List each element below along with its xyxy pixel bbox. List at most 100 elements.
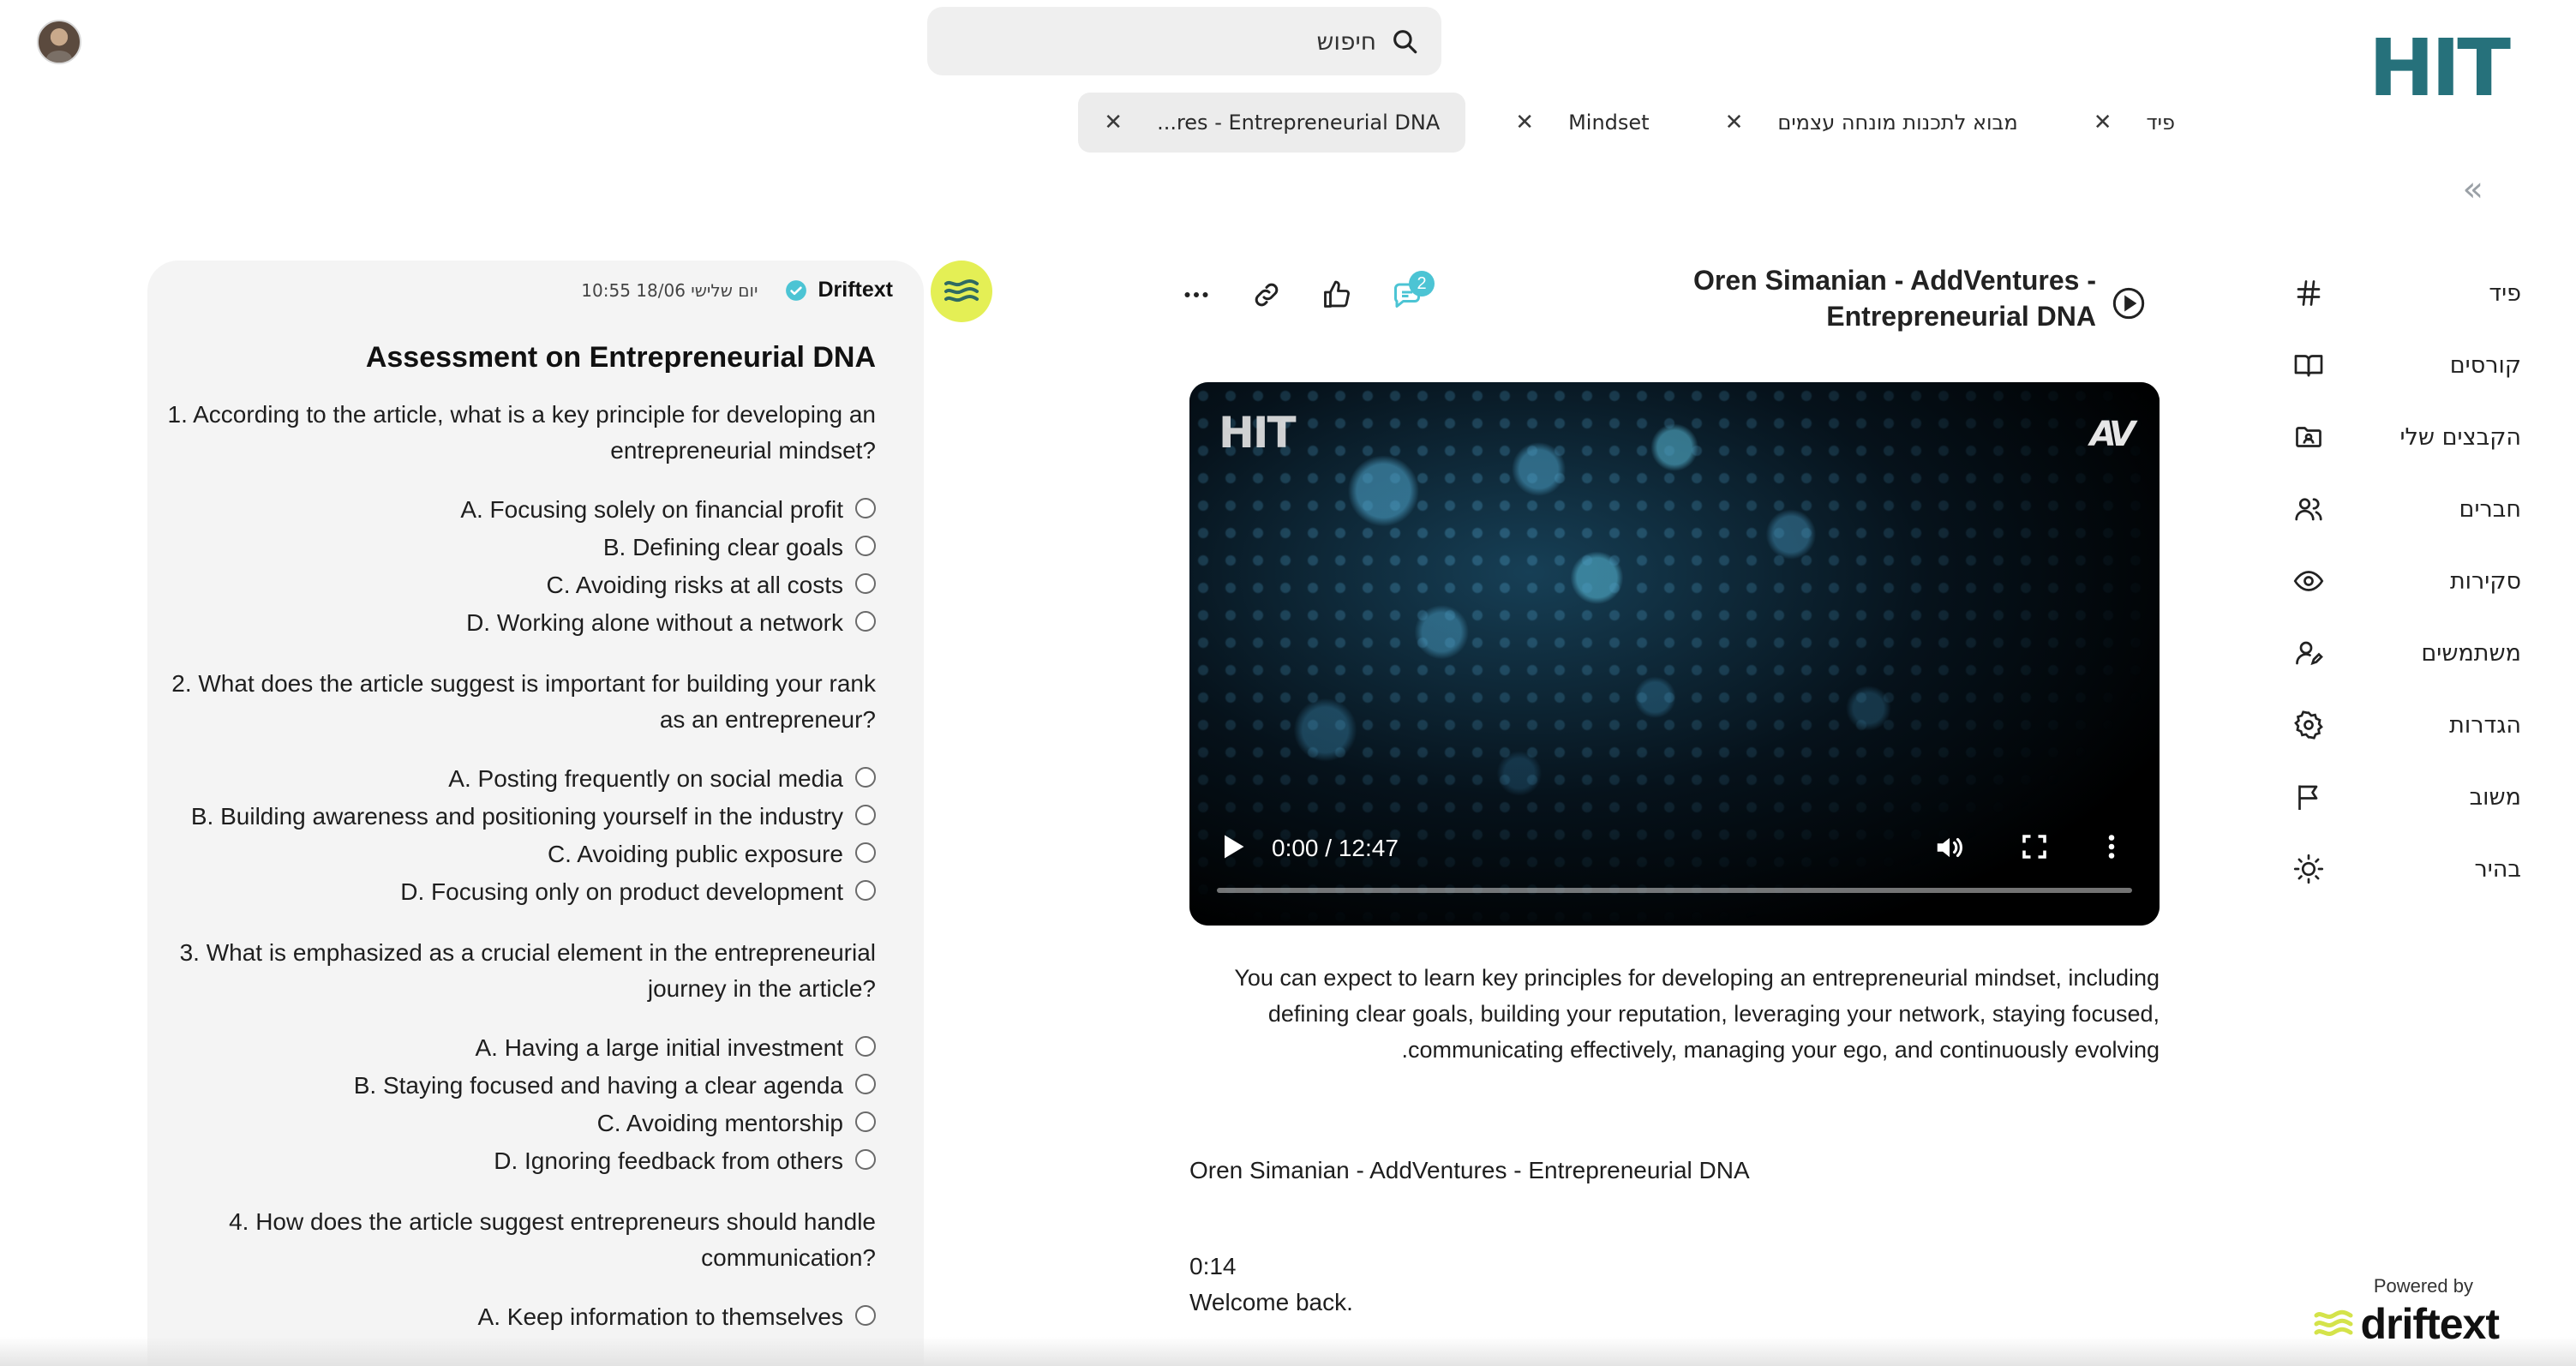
play-circle-icon[interactable] xyxy=(2112,286,2146,321)
transcript-title: Oren Simanian - AddVentures - Entreprene… xyxy=(1189,1157,1750,1183)
answer-option[interactable]: A. Having a large initial investment xyxy=(156,1029,876,1067)
hash-icon xyxy=(2291,276,2326,310)
answer-option-label: C. Avoiding mentorship xyxy=(596,1110,843,1136)
assessment-panel: Driftext יום שלישי 18/06 10:55 Assessmen… xyxy=(147,261,924,1366)
sidebar-item-courses[interactable]: קורסים xyxy=(2291,329,2549,401)
answer-option[interactable]: B. Defining clear goals xyxy=(156,529,876,566)
tab-label: Mindset xyxy=(1568,111,1650,135)
tab-bar: פיד ✕ מבוא לתכנות מונחה עצמים ✕ Mindset … xyxy=(1078,93,2201,153)
sun-icon xyxy=(2291,852,2326,886)
answer-option-label: C. Avoiding risks at all costs xyxy=(546,572,843,598)
question-text: 2. What does the article suggest is impo… xyxy=(171,670,876,733)
collapse-sidebar-icon[interactable]: « xyxy=(2463,170,2483,209)
sidebar-item-my-files[interactable]: הקבצים שלי xyxy=(2291,401,2549,473)
answer-option[interactable]: B. Staying focused and having a clear ag… xyxy=(156,1067,876,1105)
radio-button[interactable] xyxy=(855,1111,876,1132)
close-icon[interactable]: ✕ xyxy=(1104,110,1123,135)
users-icon xyxy=(2291,492,2326,526)
radio-button[interactable] xyxy=(855,1036,876,1057)
video-watermark-av: AV xyxy=(2089,415,2136,454)
radio-button[interactable] xyxy=(855,536,876,556)
sidebar-item-label: הקבצים שלי xyxy=(2399,423,2521,451)
search-input[interactable] xyxy=(950,27,1376,56)
radio-button[interactable] xyxy=(855,880,876,901)
answer-option[interactable]: D. Focusing only on product development xyxy=(156,873,876,911)
transcript-timestamp[interactable]: 0:14 xyxy=(1189,1253,1237,1280)
video-player[interactable]: HIT AV 0:00 / 12:47 xyxy=(1189,382,2160,926)
tab-mindset[interactable]: Mindset ✕ xyxy=(1489,93,1674,153)
play-icon[interactable] xyxy=(1217,831,1248,862)
radio-button[interactable] xyxy=(855,611,876,632)
question-text: 3. What is emphasized as a crucial eleme… xyxy=(179,939,876,1002)
radio-button[interactable] xyxy=(855,1074,876,1094)
answer-option[interactable]: A. Focusing solely on financial profit xyxy=(156,491,876,529)
eye-icon xyxy=(2291,564,2326,598)
sidebar-item-feed[interactable]: פיד xyxy=(2291,257,2549,329)
answer-option[interactable]: D. Working alone without a network xyxy=(156,604,876,642)
answer-option[interactable]: A. Keep information to themselves xyxy=(156,1298,876,1336)
sidebar-item-light-mode[interactable]: בהיר xyxy=(2291,833,2549,905)
search-bar[interactable] xyxy=(927,7,1441,75)
sidebar-item-users[interactable]: משתמשים xyxy=(2291,617,2549,689)
video-title: Oren Simanian - AddVentures - Entreprene… xyxy=(1692,265,2096,332)
question-text: 1. According to the article, what is a k… xyxy=(167,401,876,464)
tab-oop-intro[interactable]: מבוא לתכנות מונחה עצמים ✕ xyxy=(1699,93,2044,153)
sidebar-item-reviews[interactable]: סקירות xyxy=(2291,545,2549,617)
radio-button[interactable] xyxy=(855,842,876,863)
driftext-wave-icon xyxy=(944,279,979,303)
like-button[interactable] xyxy=(1318,276,1356,314)
driftext-wave-icon xyxy=(2314,1309,2353,1336)
more-vertical-icon[interactable] xyxy=(2096,831,2127,862)
tab-entrepreneurial-dna[interactable]: ...res - Entrepreneurial DNA ✕ xyxy=(1078,93,1466,153)
radio-button[interactable] xyxy=(855,805,876,825)
bottom-shadow xyxy=(0,1337,2576,1366)
video-description: You can expect to learn key principles f… xyxy=(1234,965,2160,1063)
answer-option-label: D. Working alone without a network xyxy=(466,609,843,636)
powered-by-label: Powered by xyxy=(2373,1275,2473,1297)
answer-option-label: D. Ignoring feedback from others xyxy=(494,1147,843,1174)
sidebar-item-label: בהיר xyxy=(2474,855,2521,883)
fullscreen-icon[interactable] xyxy=(2019,831,2050,862)
radio-button[interactable] xyxy=(855,573,876,594)
tab-feed[interactable]: פיד ✕ xyxy=(2068,93,2201,153)
radio-button[interactable] xyxy=(855,498,876,518)
user-avatar[interactable] xyxy=(37,20,81,64)
answer-option[interactable]: B. Building awareness and positioning yo… xyxy=(156,798,876,836)
answer-option-label: C. Avoiding public exposure xyxy=(547,841,843,867)
comments-button[interactable]: 2 xyxy=(1388,271,1435,314)
gear-icon xyxy=(2291,708,2326,742)
radio-button[interactable] xyxy=(855,1305,876,1326)
sidebar-item-label: משוב xyxy=(2469,783,2521,811)
radio-button[interactable] xyxy=(855,1149,876,1170)
assessment-title: Assessment on Entrepreneurial DNA xyxy=(365,341,876,374)
sidebar-item-label: הגדרות xyxy=(2449,711,2521,739)
volume-icon[interactable] xyxy=(1933,831,1966,864)
video-progress-bar[interactable] xyxy=(1217,888,2132,893)
folder-user-icon xyxy=(2291,420,2326,454)
answer-option[interactable]: C. Avoiding public exposure xyxy=(156,836,876,873)
answer-option[interactable]: C. Avoiding mentorship xyxy=(156,1105,876,1142)
copy-link-button[interactable] xyxy=(1248,276,1285,314)
answer-option[interactable]: A. Posting frequently on social media xyxy=(156,760,876,798)
question-text: 4. How does the article suggest entrepre… xyxy=(229,1208,876,1271)
sidebar-item-friends[interactable]: חברים xyxy=(2291,473,2549,545)
message-timestamp: יום שלישי 18/06 10:55 xyxy=(581,279,758,301)
close-icon[interactable]: ✕ xyxy=(2094,110,2112,135)
close-icon[interactable]: ✕ xyxy=(1515,110,1534,135)
more-options-button[interactable] xyxy=(1177,276,1215,314)
sidebar-item-feedback[interactable]: משוב xyxy=(2291,761,2549,833)
hit-logo[interactable]: HIT xyxy=(2369,26,2511,111)
sidebar-item-label: משתמשים xyxy=(2421,639,2521,667)
transcript-line: Welcome back. xyxy=(1189,1289,1353,1315)
more-horizontal-icon xyxy=(1184,292,1208,297)
message-header: Driftext יום שלישי 18/06 10:55 xyxy=(581,278,893,303)
close-icon[interactable]: ✕ xyxy=(1725,110,1744,135)
radio-button[interactable] xyxy=(855,767,876,788)
answer-option[interactable]: C. Avoiding risks at all costs xyxy=(156,566,876,604)
sidebar-item-settings[interactable]: הגדרות xyxy=(2291,689,2549,761)
answer-option-label: B. Staying focused and having a clear ag… xyxy=(353,1072,843,1099)
answer-option-label: A. Having a large initial investment xyxy=(475,1034,843,1061)
verified-badge-icon xyxy=(786,279,807,301)
answer-option[interactable]: D. Ignoring feedback from others xyxy=(156,1142,876,1180)
answer-option-label: B. Defining clear goals xyxy=(602,534,843,560)
